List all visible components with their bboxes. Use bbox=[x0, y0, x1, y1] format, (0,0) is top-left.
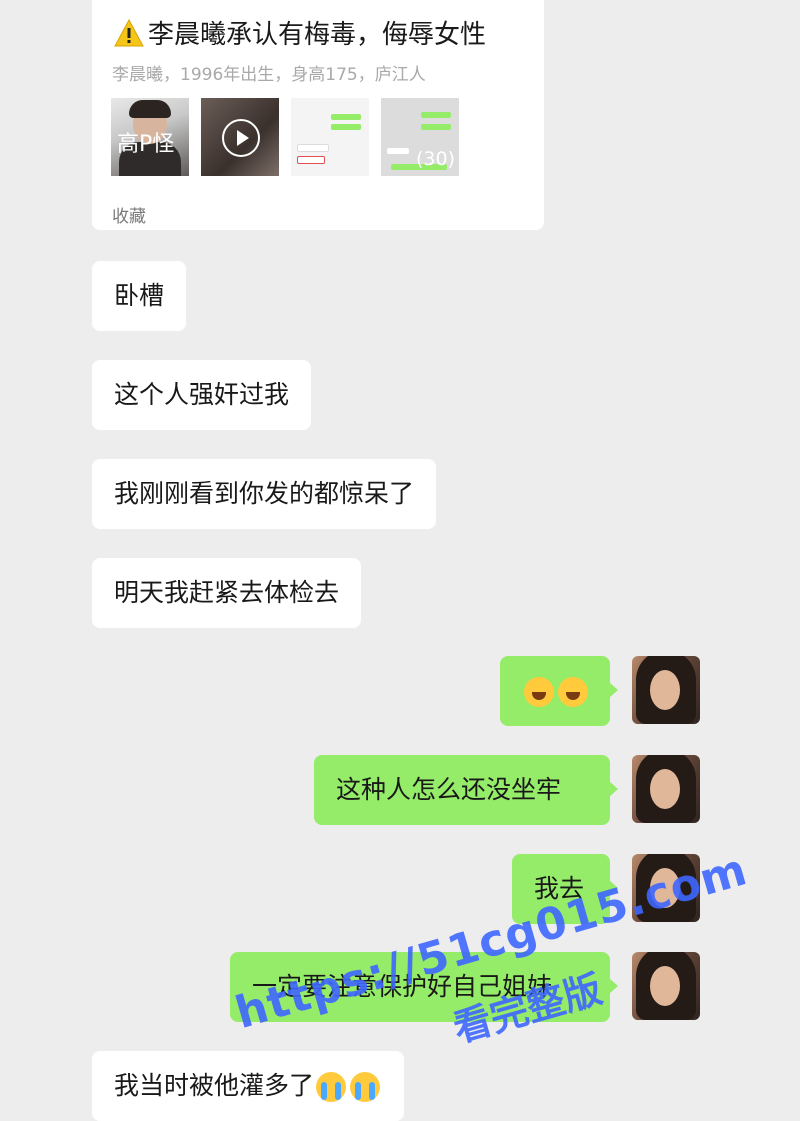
message-text: 这种人怎么还没坐牢 bbox=[336, 775, 562, 804]
image-count: (30) bbox=[415, 148, 455, 170]
message-bubble-incoming[interactable]: 卧槽 bbox=[92, 261, 187, 331]
message-bubble-incoming[interactable]: 明天我赶紧去体检去 bbox=[92, 558, 362, 628]
thumbnail-caption: 高P怪 bbox=[117, 132, 175, 157]
loudly-crying-emoji bbox=[350, 1072, 381, 1102]
card-title: 李晨曦承认有梅毒，侮辱女性 bbox=[148, 20, 487, 50]
message-bubble-incoming[interactable]: 我刚刚看到你发的都惊呆了 bbox=[92, 459, 437, 529]
card-source-label: 收藏 bbox=[112, 207, 146, 227]
message-bubble-incoming[interactable]: 这个人强奸过我 bbox=[92, 360, 312, 430]
avatar[interactable] bbox=[632, 656, 700, 724]
thumbnail-chat-screenshot[interactable] bbox=[291, 98, 369, 176]
card-subtitle: 李晨曦，1996年出生，身高175，庐江人 bbox=[112, 65, 426, 85]
message-text: 我当时被他灌多了 bbox=[114, 1071, 315, 1100]
message-bubble-incoming[interactable]: 我当时被他灌多了 bbox=[92, 1051, 405, 1121]
loudly-crying-emoji bbox=[316, 1072, 347, 1102]
laughing-crying-emoji bbox=[558, 677, 588, 707]
laughing-crying-emoji bbox=[524, 677, 554, 707]
avatar[interactable] bbox=[632, 952, 700, 1020]
shared-article-card[interactable]: 李晨曦承认有梅毒，侮辱女性 李晨曦，1996年出生，身高175，庐江人 高P怪 … bbox=[92, 0, 544, 230]
message-bubble-outgoing[interactable] bbox=[500, 656, 618, 726]
warning-icon bbox=[114, 19, 144, 47]
thumbnail-chat-screenshot-2[interactable]: (30) bbox=[381, 98, 459, 176]
message-bubble-outgoing[interactable]: 这种人怎么还没坐牢 bbox=[314, 755, 618, 825]
card-title-row: 李晨曦承认有梅毒，侮辱女性 bbox=[114, 14, 486, 51]
avatar[interactable] bbox=[632, 755, 700, 823]
thumbnail-portrait[interactable]: 高P怪 bbox=[111, 98, 189, 176]
play-icon bbox=[222, 119, 260, 157]
thumbnail-video[interactable] bbox=[201, 98, 279, 176]
